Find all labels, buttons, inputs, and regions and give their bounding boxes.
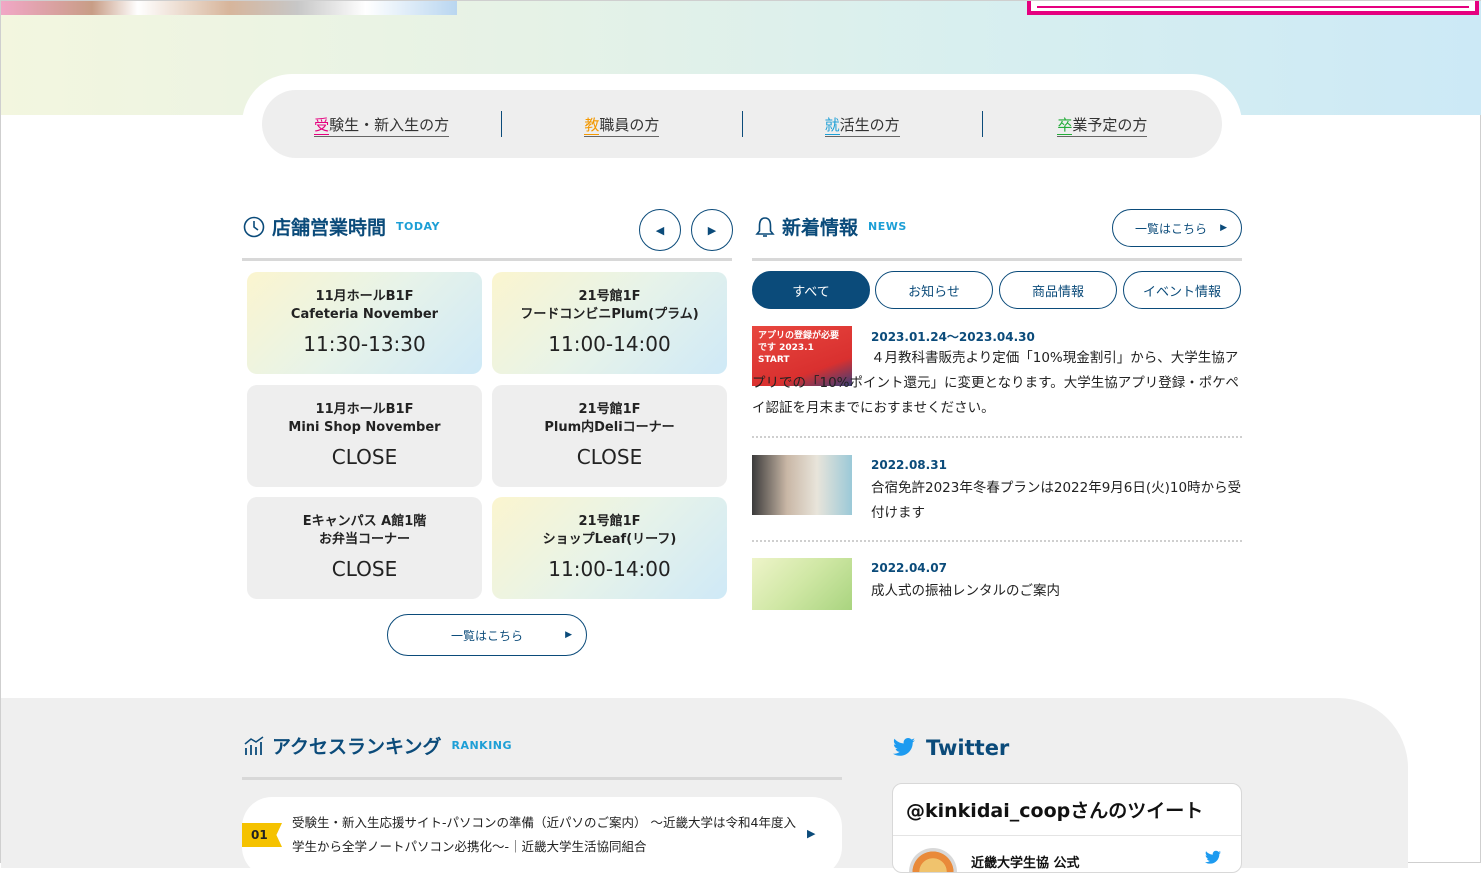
store-card[interactable]: 11月ホールB1F Mini Shop November CLOSE xyxy=(247,385,482,487)
twitter-bird-icon xyxy=(1205,850,1221,864)
tab-notices[interactable]: お知らせ xyxy=(875,271,993,309)
nav-item-staff[interactable]: 教職員の方 xyxy=(502,114,741,137)
caret-left-icon: ◀ xyxy=(655,223,665,237)
nav-label: 業予定の方 xyxy=(1072,115,1148,134)
news-date: 2022.08.31 xyxy=(871,458,947,472)
rank-badge: 01 xyxy=(242,823,282,847)
news-text: ４月教科書販売より定価「10%現金割引」から、大学生協アプリでの「10%ポイント… xyxy=(752,350,1239,416)
store-card[interactable]: 21号館1F ショップLeaf(リーフ) 11:00-14:00 xyxy=(492,497,727,599)
news-item[interactable]: 2022.04.07 成人式の振袖レンタルのご案内 xyxy=(752,558,1242,610)
news-item[interactable]: 2022.08.31 合宿免許2023年冬春プランは2022年9月6日(火)10… xyxy=(752,455,1242,525)
news-more-label: 一覧はこちら xyxy=(1134,221,1207,236)
nav-initial: 教 xyxy=(584,115,600,135)
tab-events[interactable]: イベント情報 xyxy=(1123,271,1241,309)
store-location: 11月ホールB1F xyxy=(315,402,414,417)
hours-title: 店舗営業時間 xyxy=(272,217,387,239)
tweet[interactable]: 近畿大学生協 公式 xyxy=(893,836,1241,872)
store-location: 21号館1F xyxy=(578,514,641,529)
store-location: 11月ホールB1F xyxy=(315,289,414,304)
tab-all[interactable]: すべて xyxy=(752,271,870,309)
news-text: 合宿免許2023年冬春プランは2022年9月6日(火)10時から受付けます xyxy=(871,480,1242,521)
caret-right-icon: ▶ xyxy=(1220,223,1227,233)
caret-right-icon: ▶ xyxy=(565,630,572,640)
avatar[interactable] xyxy=(909,848,957,872)
ranking-section-header: アクセスランキング RANKING xyxy=(242,732,512,759)
news-separator xyxy=(752,436,1242,438)
nav-initial: 卒 xyxy=(1057,115,1073,135)
bell-icon xyxy=(755,216,775,237)
store-name: Mini Shop November xyxy=(288,420,441,435)
ranking-item[interactable]: 01 受験生・新入生応援サイト-パソコンの準備（近パソのご案内） 〜近畿大学は令… xyxy=(242,797,842,877)
hours-more-label: 一覧はこちら xyxy=(450,628,523,643)
nav-item-graduates[interactable]: 卒業予定の方 xyxy=(983,114,1222,137)
tweet-account-name[interactable]: 近畿大学生協 公式 xyxy=(971,852,1080,871)
hero-banner[interactable] xyxy=(1027,1,1479,15)
ranking-title: アクセスランキング xyxy=(272,736,442,758)
ranking-subtitle: RANKING xyxy=(451,739,513,752)
nav-item-job-seekers[interactable]: 就活生の方 xyxy=(743,114,982,137)
news-title: 新着情報 xyxy=(782,217,859,239)
caret-right-icon: ▶ xyxy=(807,827,816,840)
news-divider xyxy=(752,258,1242,261)
store-hours: CLOSE xyxy=(331,557,398,581)
news-subtitle: NEWS xyxy=(868,220,907,233)
twitter-section-header: Twitter xyxy=(892,736,1009,760)
store-name: Cafeteria November xyxy=(290,307,439,322)
nav-initial: 就 xyxy=(824,115,840,135)
twitter-embed[interactable]: @kinkidai_coopさんのツイート 近畿大学生協 公式 xyxy=(892,783,1242,873)
ranking-text: 受験生・新入生応援サイト-パソコンの準備（近パソのご案内） 〜近畿大学は令和4年… xyxy=(292,815,796,854)
store-hours: 11:00-14:00 xyxy=(548,332,671,356)
news-date: 2023.01.24〜2023.04.30 xyxy=(871,330,1035,344)
bar-chart-icon xyxy=(244,735,264,755)
store-location: 21号館1F xyxy=(578,402,641,417)
news-thumbnail[interactable] xyxy=(752,455,852,515)
news-section-header: 新着情報 NEWS xyxy=(754,213,907,240)
hours-subtitle: TODAY xyxy=(396,220,440,233)
caret-right-icon: ▶ xyxy=(707,223,717,237)
news-text: 成人式の振袖レンタルのご案内 xyxy=(871,583,1060,599)
twitter-title: Twitter xyxy=(926,736,1010,760)
nav-item-applicants[interactable]: 受験生・新入生の方 xyxy=(262,114,501,137)
tab-products[interactable]: 商品情報 xyxy=(999,271,1117,309)
nav-initial: 受 xyxy=(314,115,330,135)
ranking-divider xyxy=(242,777,842,780)
news-thumbnail[interactable] xyxy=(752,558,852,610)
news-item[interactable]: アプリの登録が必要です 2023.1 START 2023.01.24〜2023… xyxy=(752,326,1242,426)
twitter-bird-icon xyxy=(893,738,915,756)
hero-image-strip[interactable] xyxy=(1,1,457,15)
store-card[interactable]: Eキャンパス A館1階 お弁当コーナー CLOSE xyxy=(247,497,482,599)
nav-label: 活生の方 xyxy=(839,115,900,134)
next-day-button[interactable]: ▶ xyxy=(691,209,733,251)
hours-more-button[interactable]: 一覧はこちら ▶ xyxy=(387,614,587,656)
store-card[interactable]: 21号館1F フードコンビニPlum(プラム) 11:00-14:00 xyxy=(492,272,727,374)
store-hours: 11:00-14:00 xyxy=(548,557,671,581)
news-more-button[interactable]: 一覧はこちら ▶ xyxy=(1112,209,1242,247)
store-name: ショップLeaf(リーフ) xyxy=(542,532,677,547)
nav-label: 験生・新入生の方 xyxy=(329,115,450,134)
hours-divider xyxy=(242,258,732,261)
store-location: 21号館1F xyxy=(578,289,641,304)
clock-icon xyxy=(243,216,265,237)
news-date: 2022.04.07 xyxy=(871,561,947,575)
nav-label: 職員の方 xyxy=(599,115,660,134)
store-name: フードコンビニPlum(プラム) xyxy=(520,307,699,322)
hours-section-header: 店舗営業時間 TODAY xyxy=(242,213,440,240)
store-name: Plum内Deliコーナー xyxy=(544,420,675,435)
store-hours: CLOSE xyxy=(576,445,643,469)
store-name: お弁当コーナー xyxy=(318,532,410,547)
twitter-embed-header: @kinkidai_coopさんのツイート xyxy=(893,784,1241,836)
store-location: Eキャンパス A館1階 xyxy=(302,514,427,529)
audience-nav: 受験生・新入生の方 教職員の方 就活生の方 卒業予定の方 xyxy=(262,90,1222,158)
store-card[interactable]: 11月ホールB1F Cafeteria November 11:30-13:30 xyxy=(247,272,482,374)
store-hours: CLOSE xyxy=(331,445,398,469)
store-hours: 11:30-13:30 xyxy=(303,332,426,356)
news-separator xyxy=(752,540,1242,542)
prev-day-button[interactable]: ◀ xyxy=(639,209,681,251)
store-card[interactable]: 21号館1F Plum内Deliコーナー CLOSE xyxy=(492,385,727,487)
